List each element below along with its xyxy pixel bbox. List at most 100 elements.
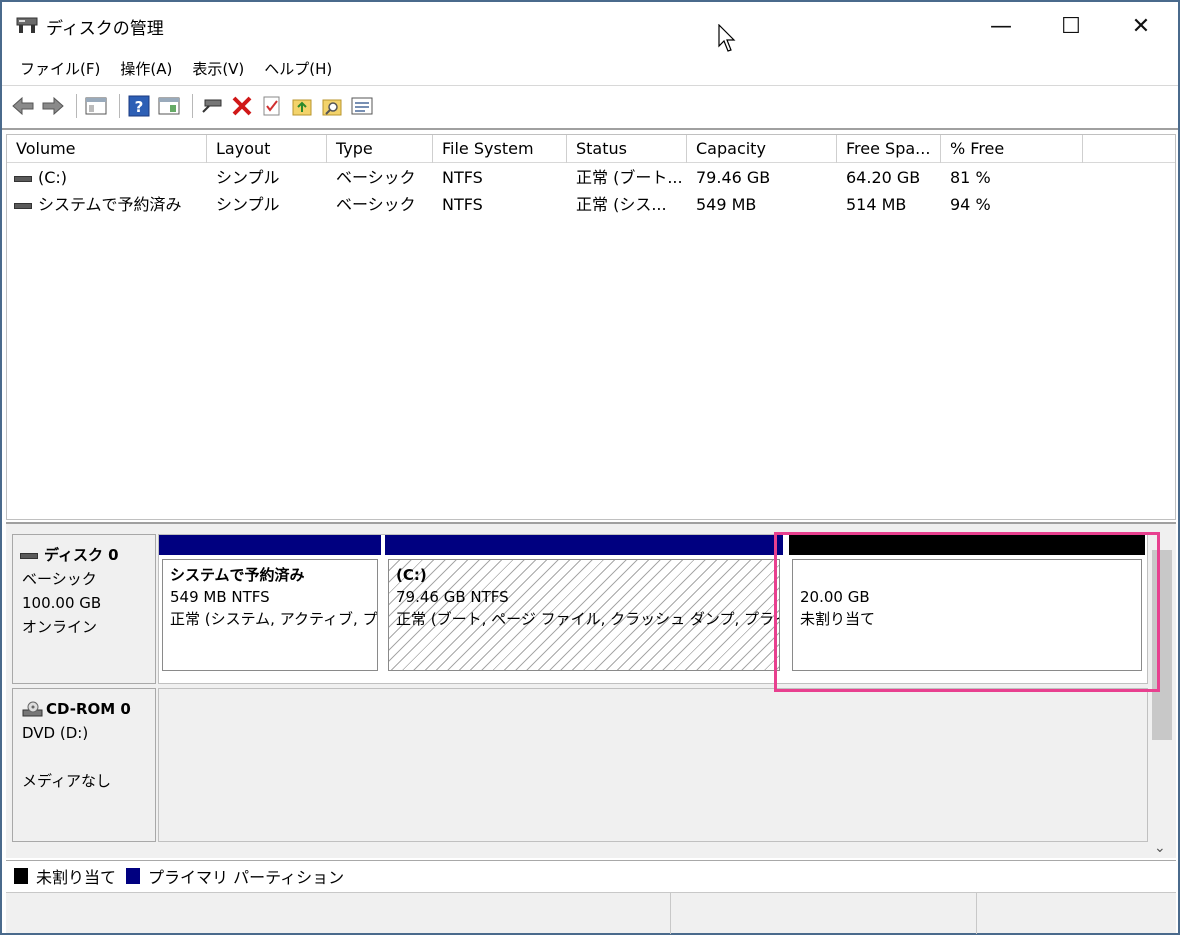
help-icon[interactable]: ? bbox=[126, 93, 152, 119]
disk-management-window: ディスクの管理 — ☐ ✕ ファイル(F) 操作(A) 表示(V) ヘルプ(H)… bbox=[0, 0, 1180, 935]
toolbar-separator bbox=[192, 94, 193, 118]
map-drive-icon[interactable] bbox=[199, 93, 225, 119]
column-header-type[interactable]: Type bbox=[327, 135, 433, 163]
window-title: ディスクの管理 bbox=[46, 19, 164, 39]
toolbar-separator bbox=[119, 94, 120, 118]
status-divider bbox=[670, 893, 671, 934]
volume-list: Volume Layout Type File System Status Ca… bbox=[6, 134, 1176, 520]
minimize-button[interactable]: — bbox=[966, 2, 1036, 50]
disk-0-size: 100.00 GB bbox=[22, 594, 102, 612]
cdrom-icon bbox=[22, 701, 43, 716]
folder-up-icon[interactable] bbox=[289, 93, 315, 119]
status-bar bbox=[6, 892, 1176, 934]
cdrom-0-area bbox=[158, 688, 1148, 842]
menu-divider bbox=[2, 85, 1178, 86]
volume-name: (C:) bbox=[38, 168, 68, 187]
primary-swatch bbox=[126, 867, 141, 884]
column-header-free-space[interactable]: Free Spa... bbox=[837, 135, 941, 163]
capacity-cell: 549 MB bbox=[696, 195, 757, 214]
drive-icon bbox=[14, 202, 32, 209]
menu-view[interactable]: 表示(V) bbox=[184, 58, 252, 79]
drive-icon bbox=[14, 175, 32, 182]
disk-icon bbox=[20, 552, 38, 559]
cdrom-0-drive: DVD (D:) bbox=[22, 724, 89, 742]
scroll-down-icon[interactable]: ⌄ bbox=[1154, 840, 1166, 856]
highlight-box bbox=[774, 532, 1160, 692]
percent-free-cell: 81 % bbox=[950, 168, 991, 187]
column-header-status[interactable]: Status bbox=[567, 135, 687, 163]
cdrom-0-name: CD-ROM 0 bbox=[46, 700, 131, 718]
menu-bar: ファイル(F) 操作(A) 表示(V) ヘルプ(H) bbox=[2, 52, 1178, 84]
search-icon[interactable] bbox=[319, 93, 345, 119]
disk-0-name: ディスク 0 bbox=[44, 546, 119, 564]
file-system-cell: NTFS bbox=[442, 195, 483, 214]
disk-0-title: ディスク 0 bbox=[20, 543, 155, 567]
svg-text:?: ? bbox=[135, 98, 144, 116]
partition-system-reserved[interactable]: システムで予約済み 549 MB NTFS 正常 (システム, アクティブ, プ bbox=[159, 535, 381, 681]
volume-name: システムで予約済み bbox=[38, 195, 182, 214]
maximize-button[interactable]: ☐ bbox=[1036, 2, 1106, 50]
toolbar-divider bbox=[2, 128, 1178, 130]
volume-row[interactable]: システムで予約済み シンプル ベーシック NTFS 正常 (シス... 549 … bbox=[7, 192, 1083, 218]
primary-partition-bar bbox=[385, 535, 783, 555]
menu-action[interactable]: 操作(A) bbox=[112, 58, 180, 79]
console-tree-icon[interactable] bbox=[83, 93, 109, 119]
partition-status: 正常 (システム, アクティブ, プ bbox=[170, 610, 378, 628]
unallocated-swatch bbox=[14, 867, 28, 884]
forward-icon[interactable] bbox=[40, 93, 66, 119]
file-system-cell: NTFS bbox=[442, 168, 483, 187]
status-cell: 正常 (ブート... bbox=[576, 168, 683, 187]
type-cell: ベーシック bbox=[336, 195, 416, 214]
partition-body: (C:) 79.46 GB NTFS 正常 (ブート, ページ ファイル, クラ… bbox=[388, 559, 780, 671]
delete-icon[interactable] bbox=[229, 93, 255, 119]
column-header-volume[interactable]: Volume bbox=[7, 135, 207, 163]
legend-unallocated: 未割り当て bbox=[36, 867, 117, 887]
toolbar-separator bbox=[76, 94, 77, 118]
toolbar: ? bbox=[2, 88, 1178, 124]
capacity-cell: 79.46 GB bbox=[696, 168, 771, 187]
layout-cell: シンプル bbox=[216, 168, 280, 187]
layout-cell: シンプル bbox=[216, 195, 280, 214]
partition-title: (C:) bbox=[396, 566, 427, 584]
menu-file[interactable]: ファイル(F) bbox=[12, 58, 108, 79]
cdrom-0-media: メディアなし bbox=[22, 772, 111, 790]
volume-name-cell: (C:) bbox=[7, 165, 207, 191]
title-bar: ディスクの管理 — ☐ ✕ bbox=[2, 2, 1178, 52]
volume-name-cell: システムで予約済み bbox=[7, 192, 207, 218]
volume-row[interactable]: (C:) シンプル ベーシック NTFS 正常 (ブート... 79.46 GB… bbox=[7, 165, 1083, 191]
type-cell: ベーシック bbox=[336, 168, 416, 187]
free-space-cell: 64.20 GB bbox=[846, 168, 921, 187]
cdrom-0-label[interactable]: CD-ROM 0 DVD (D:) メディアなし bbox=[12, 688, 156, 842]
partition-status: 正常 (ブート, ページ ファイル, クラッシュ ダンプ, プライマ bbox=[396, 610, 780, 628]
properties-icon[interactable] bbox=[259, 93, 285, 119]
back-icon[interactable] bbox=[10, 93, 36, 119]
column-header-capacity[interactable]: Capacity bbox=[687, 135, 837, 163]
partition-title: システムで予約済み bbox=[170, 566, 305, 584]
list-icon[interactable] bbox=[349, 93, 375, 119]
partition-c-drive[interactable]: (C:) 79.46 GB NTFS 正常 (ブート, ページ ファイル, クラ… bbox=[385, 535, 783, 681]
list-header: Volume Layout Type File System Status Ca… bbox=[7, 135, 1175, 163]
close-button[interactable]: ✕ bbox=[1106, 2, 1176, 50]
legend-primary: プライマリ パーティション bbox=[148, 867, 345, 887]
partition-body: システムで予約済み 549 MB NTFS 正常 (システム, アクティブ, プ bbox=[162, 559, 378, 671]
partition-size: 79.46 GB NTFS bbox=[396, 588, 509, 606]
disk-0-type: ベーシック bbox=[22, 570, 97, 588]
column-header-layout[interactable]: Layout bbox=[207, 135, 327, 163]
mouse-cursor-icon bbox=[718, 24, 736, 52]
disk-0-label[interactable]: ディスク 0 ベーシック 100.00 GB オンライン bbox=[12, 534, 156, 684]
legend: 未割り当て プライマリ パーティション bbox=[6, 860, 1176, 890]
free-space-cell: 514 MB bbox=[846, 195, 907, 214]
partition-size: 549 MB NTFS bbox=[170, 588, 270, 606]
column-header-empty bbox=[1083, 135, 1175, 163]
disk-management-icon bbox=[16, 17, 38, 33]
cdrom-0-title: CD-ROM 0 bbox=[22, 697, 155, 721]
menu-help[interactable]: ヘルプ(H) bbox=[256, 58, 340, 79]
percent-free-cell: 94 % bbox=[950, 195, 991, 214]
status-divider bbox=[976, 893, 977, 934]
action-pane-icon[interactable] bbox=[156, 93, 182, 119]
primary-partition-bar bbox=[159, 535, 381, 555]
column-header-file-system[interactable]: File System bbox=[433, 135, 567, 163]
status-cell: 正常 (シス... bbox=[576, 195, 667, 214]
column-header-percent-free[interactable]: % Free bbox=[941, 135, 1083, 163]
